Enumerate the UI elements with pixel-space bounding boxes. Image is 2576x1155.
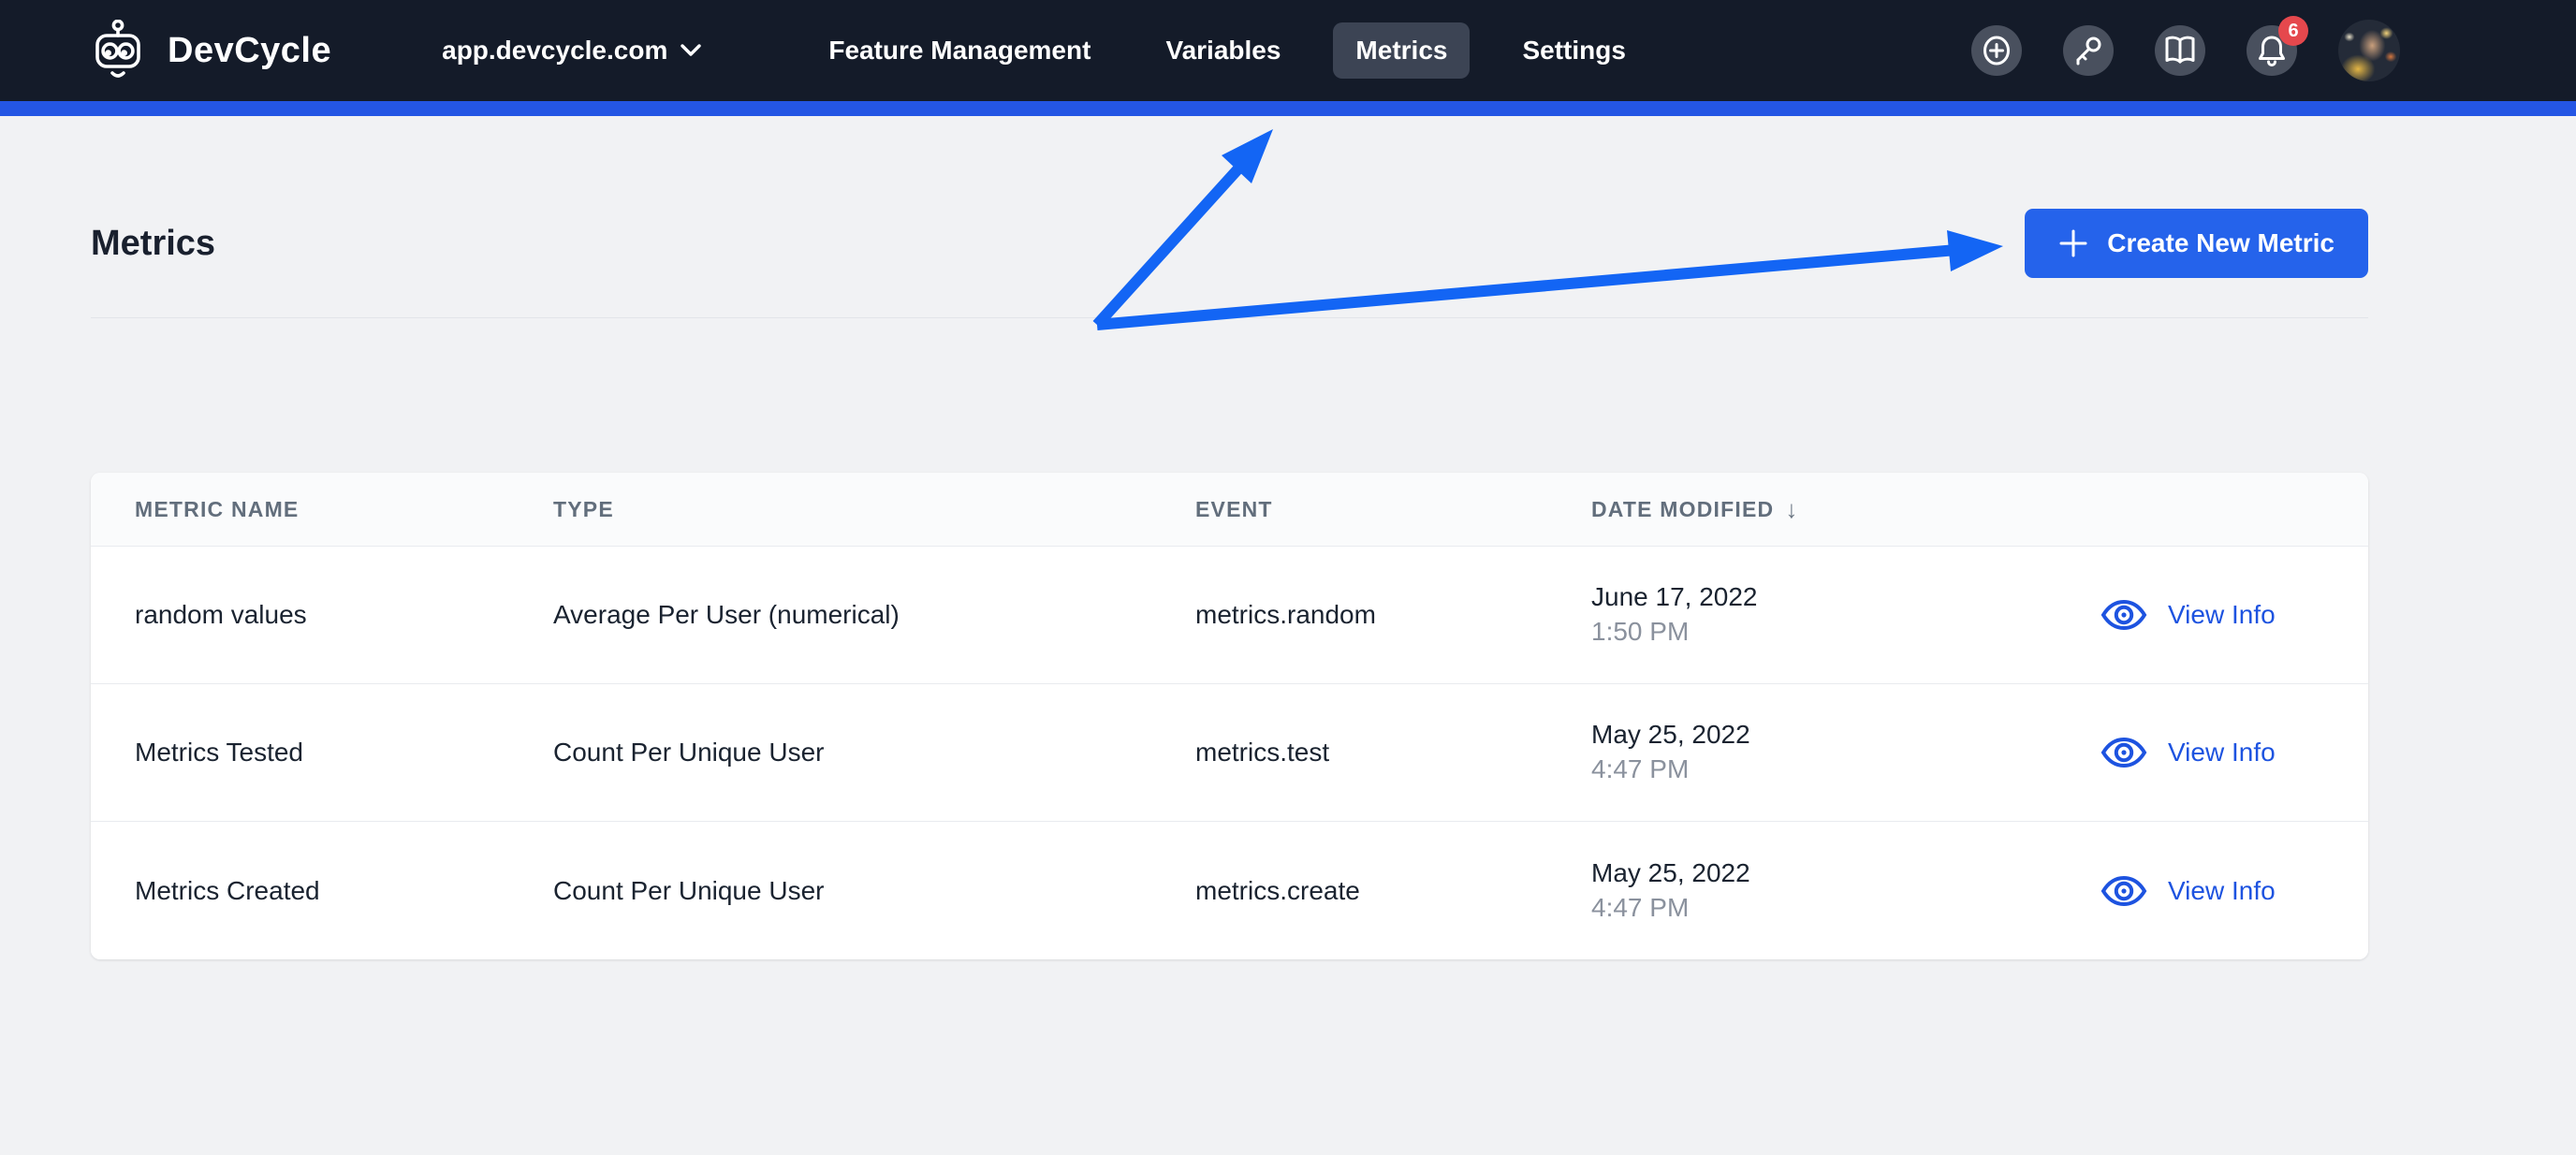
nav-item-settings[interactable]: Settings <box>1500 22 1647 79</box>
time-value: 4:47 PM <box>1591 754 1690 783</box>
plus-icon <box>2059 229 2087 257</box>
primary-nav: Feature Management Variables Metrics Set… <box>806 22 1678 79</box>
metric-name-cell: Metrics Tested <box>135 738 303 767</box>
time-value: 1:50 PM <box>1591 617 1690 646</box>
metrics-page: Metrics Create New Metric METRIC NAME TY… <box>91 209 2368 959</box>
eye-icon <box>2100 875 2147 906</box>
metric-name-cell: Metrics Created <box>135 875 320 905</box>
metric-type-cell: Count Per Unique User <box>553 738 825 767</box>
add-circle-icon <box>1983 36 2010 66</box>
view-info-label: View Info <box>2168 875 2276 905</box>
top-navbar: DevCycle app.devcycle.com Feature Manage… <box>0 0 2576 101</box>
api-keys-button[interactable] <box>2063 25 2114 76</box>
nav-item-variables[interactable]: Variables <box>1143 22 1303 79</box>
table-header-row: METRIC NAME TYPE EVENT DATE MODIFIED ↓ <box>91 473 2368 547</box>
column-header-date-modified-label: DATE MODIFIED <box>1591 496 1775 521</box>
brand-name: DevCycle <box>168 30 332 70</box>
nav-item-feature-management[interactable]: Feature Management <box>806 22 1113 79</box>
view-info-label: View Info <box>2168 600 2276 629</box>
page-header: Metrics Create New Metric <box>91 209 2368 278</box>
add-circle-button[interactable] <box>1971 25 2022 76</box>
metric-event-cell: metrics.create <box>1195 875 1360 905</box>
date-modified-cell: May 25, 2022 4:47 PM <box>1547 856 2056 926</box>
create-new-metric-label: Create New Metric <box>2107 228 2334 257</box>
column-header-event[interactable]: EVENT <box>1151 497 1547 522</box>
metric-type-cell: Average Per User (numerical) <box>553 600 900 629</box>
chevron-down-icon <box>681 44 702 56</box>
devcycle-brand[interactable]: DevCycle <box>91 20 331 81</box>
view-info-label: View Info <box>2168 738 2276 767</box>
date-modified-cell: May 25, 2022 4:47 PM <box>1547 718 2056 787</box>
view-info-link[interactable]: View Info <box>2056 599 2368 631</box>
docs-button[interactable] <box>2155 25 2205 76</box>
notification-count-badge: 6 <box>2278 16 2308 46</box>
org-switcher-dropdown[interactable]: app.devcycle.com <box>442 36 702 66</box>
accent-bar <box>0 101 2576 116</box>
navbar-actions: 6 <box>1971 16 2576 81</box>
column-header-date-modified[interactable]: DATE MODIFIED ↓ <box>1547 495 2056 524</box>
sort-desc-icon: ↓ <box>1785 494 1799 523</box>
org-switcher-label: app.devcycle.com <box>442 36 668 65</box>
metric-event-cell: metrics.random <box>1195 600 1376 629</box>
column-header-type[interactable]: TYPE <box>509 497 1151 522</box>
eye-icon <box>2100 599 2147 631</box>
time-value: 4:47 PM <box>1591 892 1690 922</box>
create-new-metric-button[interactable]: Create New Metric <box>2025 209 2368 278</box>
date-modified-cell: June 17, 2022 1:50 PM <box>1547 580 2056 650</box>
date-value: June 17, 2022 <box>1591 582 1758 612</box>
date-value: May 25, 2022 <box>1591 720 1750 750</box>
nav-item-metrics[interactable]: Metrics <box>1333 22 1471 79</box>
table-row: Metrics Tested Count Per Unique User met… <box>91 684 2368 822</box>
metric-event-cell: metrics.test <box>1195 738 1330 767</box>
view-info-link[interactable]: View Info <box>2056 875 2368 907</box>
table-row: random values Average Per User (numerica… <box>91 547 2368 684</box>
header-divider <box>91 317 2368 318</box>
table-row: Metrics Created Count Per Unique User me… <box>91 822 2368 959</box>
page-title: Metrics <box>91 223 216 263</box>
metric-type-cell: Count Per Unique User <box>553 875 825 905</box>
column-header-metric-name[interactable]: METRIC NAME <box>91 497 509 522</box>
api-key-icon <box>2076 37 2101 66</box>
metric-name-cell: random values <box>135 600 307 629</box>
docs-book-icon <box>2165 36 2195 64</box>
date-value: May 25, 2022 <box>1591 857 1750 887</box>
notifications-button[interactable]: 6 <box>2247 16 2308 76</box>
metrics-table: METRIC NAME TYPE EVENT DATE MODIFIED ↓ r… <box>91 473 2368 959</box>
devcycle-robot-logo-icon <box>95 20 140 78</box>
view-info-link[interactable]: View Info <box>2056 737 2368 768</box>
eye-icon <box>2100 737 2147 768</box>
user-avatar[interactable] <box>2338 20 2400 81</box>
